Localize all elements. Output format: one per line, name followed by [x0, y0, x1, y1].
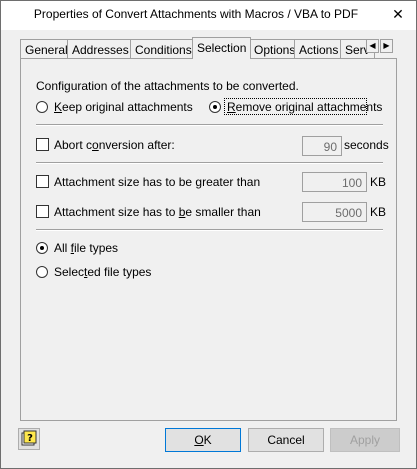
size-smaller-field[interactable]: 5000 — [302, 202, 367, 222]
apply-button[interactable]: Apply — [330, 428, 400, 452]
cancel-button[interactable]: Cancel — [248, 428, 324, 452]
tab-addresses[interactable]: Addresses — [67, 39, 134, 59]
close-icon[interactable]: ✕ — [391, 8, 405, 22]
size-smaller-checkbox[interactable] — [36, 205, 49, 218]
tab-scroll-right-icon[interactable]: ▶ — [380, 39, 393, 53]
kb-unit-label: KB — [370, 175, 387, 189]
remove-original-label[interactable]: Remove original attachments — [227, 100, 382, 114]
separator — [36, 229, 383, 231]
selection-panel: Configuration of the attachments to be c… — [20, 58, 397, 421]
ok-button[interactable]: OK — [165, 428, 241, 452]
seconds-unit-label: seconds — [344, 138, 389, 152]
tab-conditions[interactable]: Conditions — [130, 39, 197, 59]
help-button[interactable]: ? — [18, 428, 40, 450]
selected-file-types-label[interactable]: Selected file types — [54, 265, 151, 279]
kb-unit-label: KB — [370, 205, 387, 219]
size-greater-field[interactable]: 100 — [302, 172, 367, 192]
size-greater-checkbox[interactable] — [36, 175, 49, 188]
dialog-client: General Addresses Conditions Selection O… — [1, 30, 416, 468]
all-file-types-radio[interactable] — [36, 242, 48, 254]
size-greater-label[interactable]: Attachment size has to be greater than — [54, 175, 260, 189]
help-icon: ? — [21, 430, 37, 446]
abort-seconds-field[interactable]: 90 — [302, 136, 342, 156]
remove-original-radio[interactable] — [209, 101, 221, 113]
size-smaller-label[interactable]: Attachment size has to be smaller than — [54, 205, 261, 219]
tab-actions[interactable]: Actions — [294, 39, 344, 59]
tab-strip: General Addresses Conditions Selection O… — [20, 37, 393, 59]
title-bar: Properties of Convert Attachments with M… — [1, 1, 416, 30]
properties-dialog: Properties of Convert Attachments with M… — [0, 0, 417, 469]
separator — [36, 124, 383, 126]
keep-original-label[interactable]: Keep original attachments — [54, 100, 193, 114]
selected-file-types-radio[interactable] — [36, 266, 48, 278]
config-label: Configuration of the attachments to be c… — [36, 79, 299, 93]
all-file-types-label[interactable]: All file types — [54, 241, 118, 255]
svg-text:?: ? — [27, 433, 33, 444]
abort-conversion-checkbox[interactable] — [36, 138, 49, 151]
tab-scroll-left-icon[interactable]: ◀ — [366, 39, 379, 53]
separator — [36, 162, 383, 164]
abort-conversion-label[interactable]: Abort conversion after: — [54, 138, 175, 152]
tab-selection[interactable]: Selection — [192, 37, 252, 59]
tab-options[interactable]: Options — [249, 39, 301, 59]
keep-original-radio[interactable] — [36, 101, 48, 113]
window-title: Properties of Convert Attachments with M… — [33, 7, 359, 21]
tab-general[interactable]: General — [20, 39, 73, 59]
